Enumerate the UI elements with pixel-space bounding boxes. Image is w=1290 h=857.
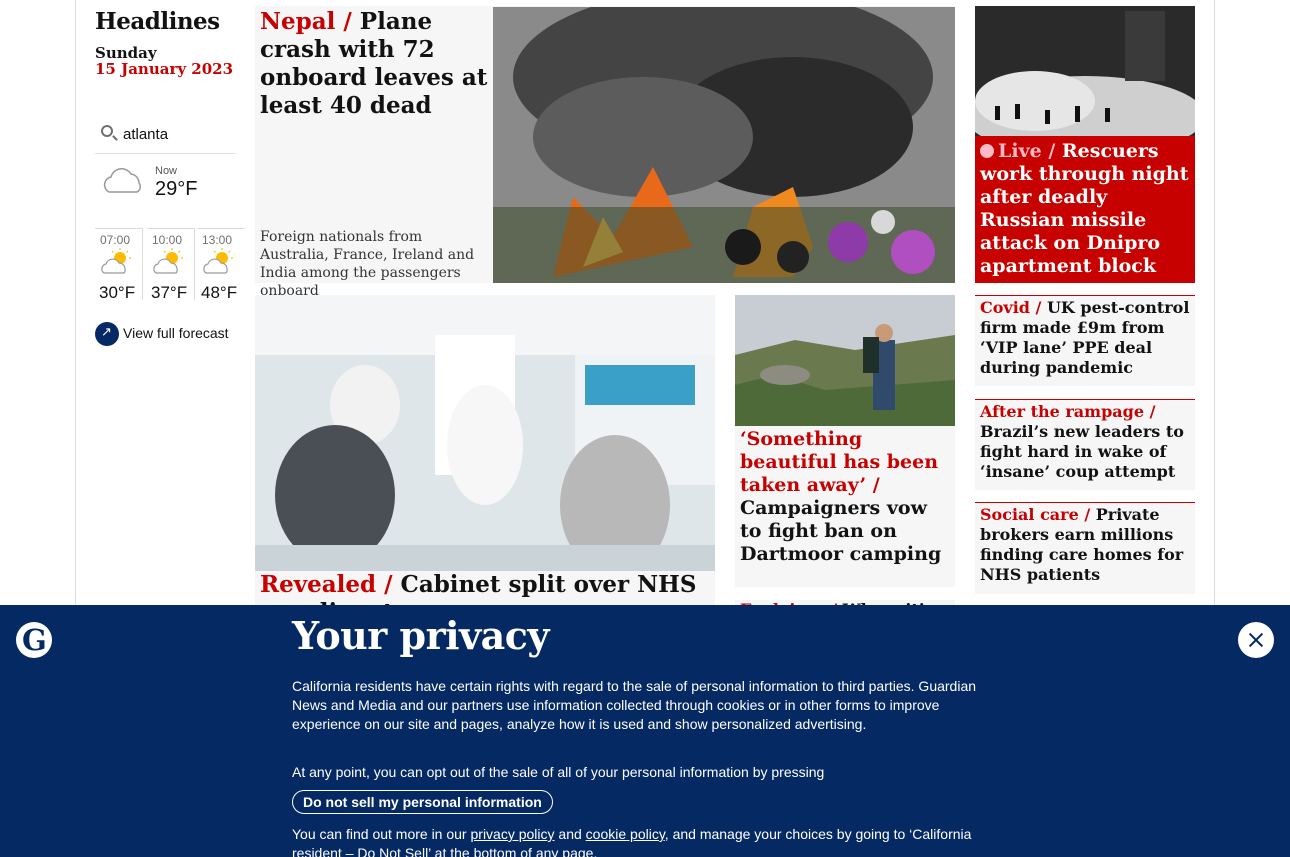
do-not-sell-button[interactable]: Do not sell my personal information bbox=[292, 790, 553, 814]
weather-now-label: Now bbox=[155, 165, 178, 177]
forecast-time: 10:00 bbox=[152, 233, 183, 247]
story-kicker: Live / bbox=[998, 140, 1062, 162]
story-card-covid[interactable]: Covid / UK pest-control firm made £9m fr… bbox=[975, 296, 1195, 386]
forecast-slot: 13:00 48°F bbox=[197, 228, 245, 302]
forecast-slot: 10:00 37°F bbox=[147, 228, 195, 302]
forecast-temp: 30°F bbox=[99, 283, 136, 302]
privacy-text-part: You can find out more in our bbox=[292, 826, 471, 842]
forecast-temp: 48°F bbox=[201, 283, 238, 302]
partly-cloudy-icon bbox=[103, 168, 141, 193]
forecast-temp: 37°F bbox=[151, 283, 188, 302]
story-kicker: ‘Something beautiful has been taken away… bbox=[740, 428, 939, 496]
story-image[interactable] bbox=[735, 295, 955, 426]
story-kicker: Revealed / bbox=[260, 571, 401, 598]
story-card-nhs[interactable]: Revealed / Cabinet split over NHS pay di… bbox=[255, 295, 715, 626]
search-icon bbox=[101, 125, 113, 137]
story-standfirst: Foreign nationals from Australia, France… bbox=[260, 229, 475, 299]
story-image[interactable] bbox=[255, 295, 715, 571]
story-headline[interactable]: ‘Something beautiful has been taken away… bbox=[740, 428, 952, 566]
story-kicker: After the rampage / bbox=[980, 402, 1156, 421]
weather-location[interactable]: atlanta bbox=[123, 126, 168, 143]
story-kicker: Covid / bbox=[980, 298, 1047, 317]
privacy-title: Your privacy bbox=[292, 613, 550, 658]
story-headline[interactable]: Nepal / Plane crash with 72 onboard leav… bbox=[260, 8, 488, 120]
sun-cloud-icon bbox=[203, 248, 233, 274]
story-headline[interactable]: Live / Rescuers work through night after… bbox=[980, 140, 1192, 278]
forecast-time: 07:00 bbox=[100, 233, 131, 247]
weather-location-search[interactable]: atlanta bbox=[95, 120, 235, 154]
story-title: Campaigners vow to fight ban on Dartmoor… bbox=[740, 497, 942, 565]
story-headline[interactable]: Social care / Private brokers earn milli… bbox=[980, 505, 1192, 585]
sun-cloud-icon bbox=[153, 248, 183, 274]
story-card-dartmoor[interactable]: ‘Something beautiful has been taken away… bbox=[735, 295, 955, 587]
section-heading: Headlines bbox=[95, 8, 220, 35]
forecast-slot: 07:00 30°F bbox=[95, 228, 143, 302]
guardian-logo-icon: G bbox=[16, 622, 52, 658]
live-indicator-icon bbox=[980, 144, 994, 158]
privacy-body-text: California residents have certain rights… bbox=[292, 678, 977, 732]
story-headline[interactable]: Covid / UK pest-control firm made £9m fr… bbox=[980, 298, 1192, 378]
story-image[interactable] bbox=[975, 6, 1195, 136]
close-icon[interactable] bbox=[1238, 622, 1274, 658]
privacy-banner: G Your privacy California residents have… bbox=[0, 605, 1290, 857]
story-headline[interactable]: After the rampage / Brazil’s new leaders… bbox=[980, 402, 1192, 482]
privacy-optout-text: At any point, you can opt out of the sal… bbox=[292, 764, 825, 780]
story-card-social-care[interactable]: Social care / Private brokers earn milli… bbox=[975, 503, 1195, 594]
story-kicker: Nepal / bbox=[260, 8, 360, 35]
story-title: Brazil’s new leaders to fight hard in wa… bbox=[980, 422, 1184, 481]
story-kicker: Social care / bbox=[980, 505, 1096, 524]
date-full: 15 January 2023 bbox=[95, 60, 234, 78]
story-card-brazil[interactable]: After the rampage / Brazil’s new leaders… bbox=[975, 400, 1195, 490]
privacy-links-text: You can find out more in our privacy pol… bbox=[292, 825, 992, 857]
story-image[interactable] bbox=[493, 7, 955, 283]
cookie-policy-link[interactable]: cookie policy bbox=[586, 826, 665, 842]
story-card-nepal[interactable]: Nepal / Plane crash with 72 onboard leav… bbox=[255, 6, 955, 299]
forecast-time: 13:00 bbox=[202, 233, 233, 247]
view-full-forecast-label: View full forecast bbox=[123, 325, 229, 341]
privacy-policy-link[interactable]: privacy policy bbox=[471, 826, 555, 842]
external-link-icon bbox=[95, 322, 119, 346]
story-card-ukraine[interactable]: Live / Rescuers work through night after… bbox=[975, 6, 1195, 283]
sun-cloud-icon bbox=[101, 248, 131, 274]
privacy-text-part: and bbox=[554, 826, 586, 842]
weather-now-temp: 29°F bbox=[155, 178, 198, 200]
